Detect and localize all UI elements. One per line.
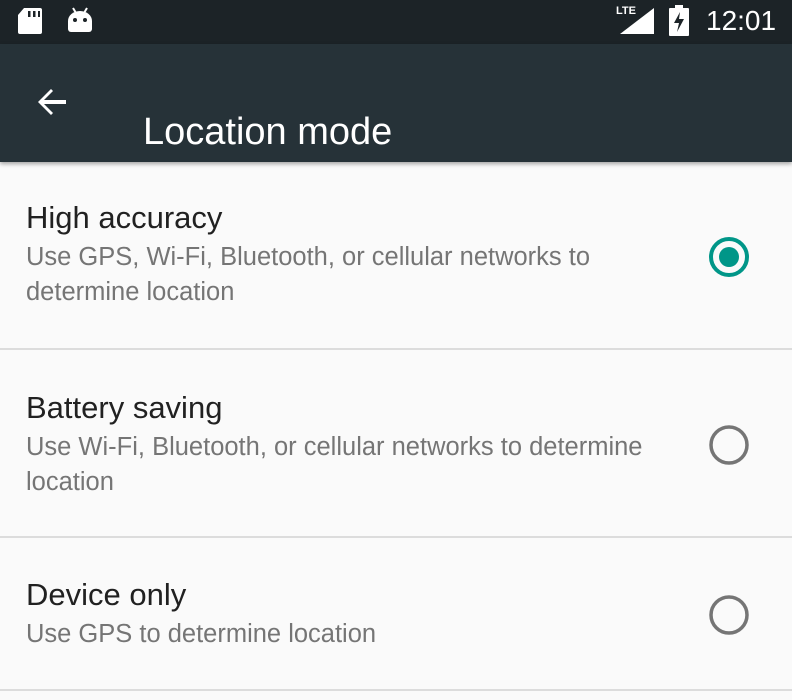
option-device-only[interactable]: Device only Use GPS to determine locatio… <box>0 538 792 691</box>
app-bar: Location mode <box>0 44 792 162</box>
android-icon <box>68 7 92 32</box>
option-description: Use GPS to determine location <box>26 620 377 648</box>
option-label: Device only <box>26 577 187 612</box>
option-description: Use Wi-Fi, Bluetooth, or cellular networ… <box>26 433 643 496</box>
battery-charging-icon <box>669 5 689 36</box>
option-battery-saving[interactable]: Battery saving Use Wi-Fi, Bluetooth, or … <box>0 350 792 538</box>
option-label: High accuracy <box>26 200 223 235</box>
sd-card-icon <box>18 8 42 34</box>
status-bar: LTE 12:01 <box>0 0 792 44</box>
arrow-back-icon[interactable] <box>32 82 72 122</box>
option-description: Use GPS, Wi-Fi, Bluetooth, or cellular n… <box>26 243 591 306</box>
clock: 12:01 <box>706 5 777 36</box>
signal-icon <box>620 8 654 34</box>
option-high-accuracy[interactable]: High accuracy Use GPS, Wi-Fi, Bluetooth,… <box>0 162 792 350</box>
radio-unselected-icon[interactable] <box>708 424 750 466</box>
location-mode-list: High accuracy Use GPS, Wi-Fi, Bluetooth,… <box>0 162 792 691</box>
option-label: Battery saving <box>26 390 223 425</box>
page-title: Location mode <box>143 111 393 154</box>
radio-unselected-icon[interactable] <box>708 594 750 636</box>
radio-selected-icon[interactable] <box>708 236 750 278</box>
